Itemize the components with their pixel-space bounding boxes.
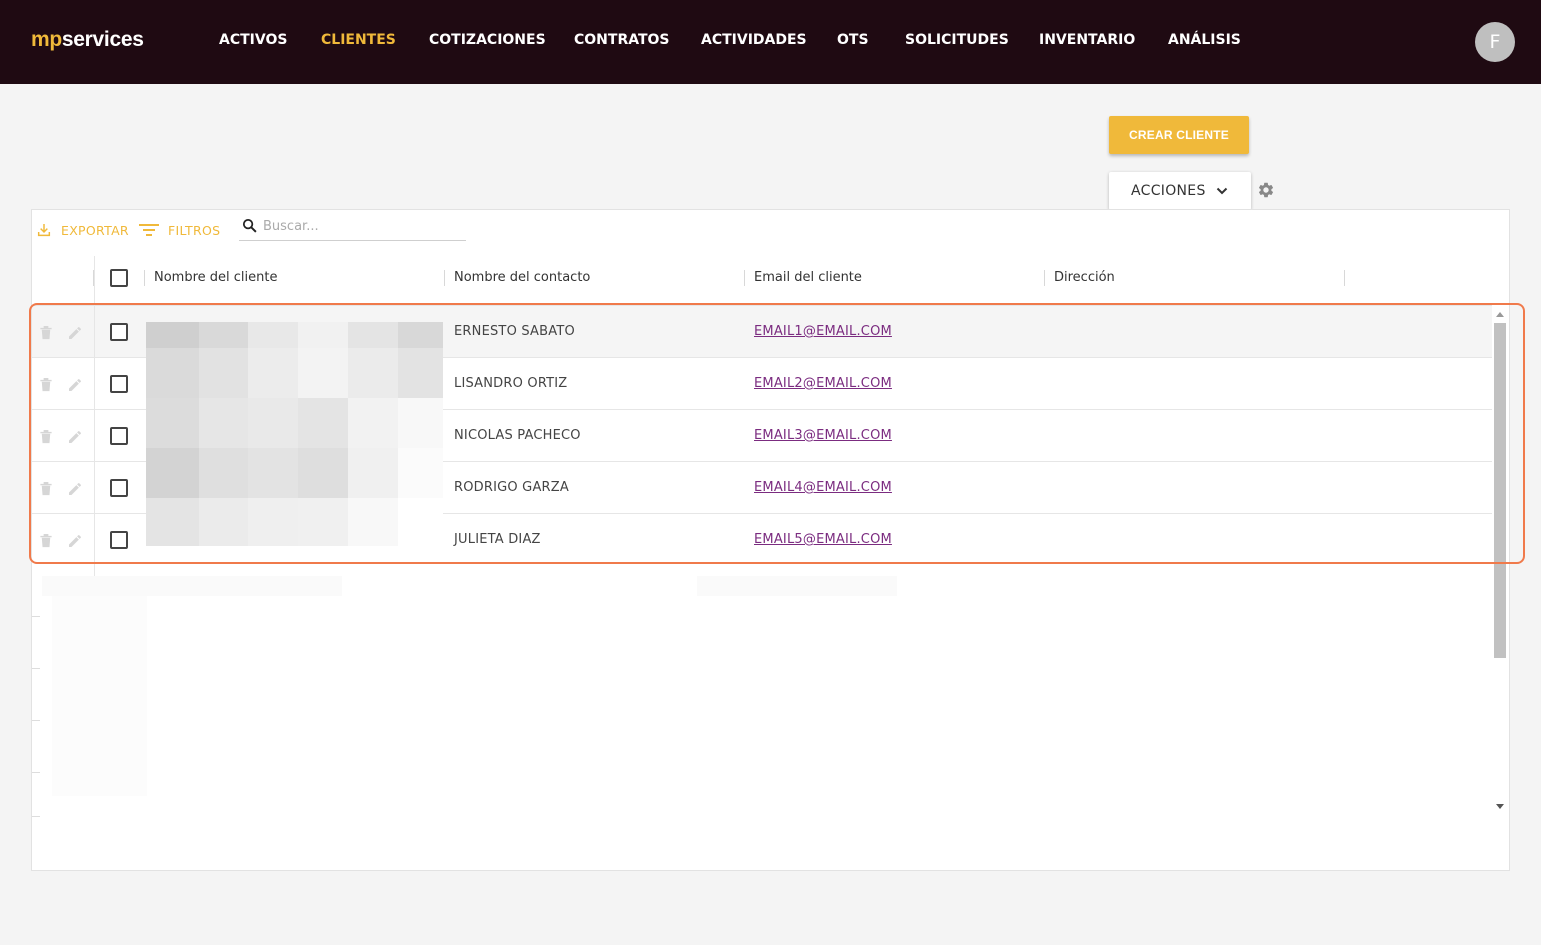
chevron-down-icon (1216, 187, 1228, 195)
action-column-divider (94, 256, 95, 576)
nav-item-inventario[interactable]: INVENTARIO (1039, 32, 1135, 48)
row-checkbox[interactable] (110, 427, 128, 445)
actions-dropdown[interactable]: ACCIONES (1109, 172, 1251, 210)
column-header-contact-name[interactable]: Nombre del contacto (454, 270, 590, 285)
scrollbar-thumb[interactable] (1494, 323, 1506, 658)
search-box (239, 215, 466, 241)
download-icon (37, 224, 51, 237)
column-header-client-name[interactable]: Nombre del cliente (154, 270, 277, 285)
column-separator (144, 270, 145, 286)
top-navigation-bar: mpservices ACTIVOS CLIENTES COTIZACIONES… (0, 0, 1541, 84)
trash-icon[interactable] (39, 481, 53, 496)
contact-name-cell: LISANDRO ORTIZ (454, 376, 568, 391)
nav-item-ots[interactable]: OTS (837, 32, 869, 48)
nav-item-actividades[interactable]: ACTIVIDADES (701, 32, 807, 48)
pencil-icon[interactable] (67, 377, 83, 393)
row-checkbox[interactable] (110, 479, 128, 497)
nav-item-clientes[interactable]: CLIENTES (321, 32, 396, 48)
column-separator (1344, 270, 1345, 286)
nav-item-contratos[interactable]: CONTRATOS (574, 32, 670, 48)
row-checkbox[interactable] (110, 323, 128, 341)
contact-name-cell: ERNESTO SABATO (454, 324, 575, 339)
pencil-icon[interactable] (67, 481, 83, 497)
column-separator (1044, 270, 1045, 286)
scroll-up-arrow-icon[interactable] (1496, 311, 1504, 317)
search-icon (242, 218, 257, 233)
trash-icon[interactable] (39, 533, 53, 548)
column-separator (744, 270, 745, 286)
redacted-client-names (146, 322, 443, 546)
select-all-checkbox[interactable] (110, 269, 128, 287)
export-label: EXPORTAR (61, 222, 129, 238)
column-header-client-email[interactable]: Email del cliente (754, 270, 862, 285)
pencil-icon[interactable] (67, 429, 83, 445)
client-email-link[interactable]: EMAIL5@EMAIL.COM (754, 532, 892, 547)
row-checkbox[interactable] (110, 531, 128, 549)
gear-icon[interactable] (1257, 181, 1275, 199)
client-email-link[interactable]: EMAIL2@EMAIL.COM (754, 376, 892, 391)
pencil-icon[interactable] (67, 533, 83, 549)
create-client-button[interactable]: CREAR CLIENTE (1109, 116, 1249, 154)
brand-logo[interactable]: mpservices (31, 28, 144, 52)
contact-name-cell: JULIETA DIAZ (454, 532, 541, 547)
nav-item-activos[interactable]: ACTIVOS (219, 32, 287, 48)
contact-name-cell: RODRIGO GARZA (454, 480, 569, 495)
scroll-down-arrow-icon[interactable] (1496, 804, 1504, 810)
table-header: Nombre del cliente Nombre del contacto E… (31, 256, 1510, 302)
client-email-link[interactable]: EMAIL3@EMAIL.COM (754, 428, 892, 443)
filter-icon (139, 224, 159, 236)
actions-dropdown-label: ACCIONES (1131, 183, 1206, 199)
column-separator (444, 270, 445, 286)
row-checkbox[interactable] (110, 375, 128, 393)
search-input[interactable] (263, 216, 458, 236)
redacted-empty-area (32, 566, 1492, 851)
nav-item-solicitudes[interactable]: SOLICITUDES (905, 32, 1009, 48)
contact-name-cell: NICOLAS PACHECO (454, 428, 581, 443)
filters-label: FILTROS (168, 222, 221, 238)
trash-icon[interactable] (39, 429, 53, 444)
column-header-address[interactable]: Dirección (1054, 270, 1115, 285)
nav-item-analisis[interactable]: ANÁLISIS (1168, 32, 1241, 48)
trash-icon[interactable] (39, 377, 53, 392)
pencil-icon[interactable] (67, 325, 83, 341)
nav-item-cotizaciones[interactable]: COTIZACIONES (429, 32, 546, 48)
brand-logo-part1: mp (31, 28, 62, 51)
export-button[interactable]: EXPORTAR (36, 222, 129, 238)
user-avatar[interactable]: F (1475, 22, 1515, 62)
filters-button[interactable]: FILTROS (138, 222, 220, 238)
brand-logo-part2: services (61, 28, 144, 51)
client-email-link[interactable]: EMAIL4@EMAIL.COM (754, 480, 892, 495)
trash-icon[interactable] (39, 325, 53, 340)
client-email-link[interactable]: EMAIL1@EMAIL.COM (754, 324, 892, 339)
